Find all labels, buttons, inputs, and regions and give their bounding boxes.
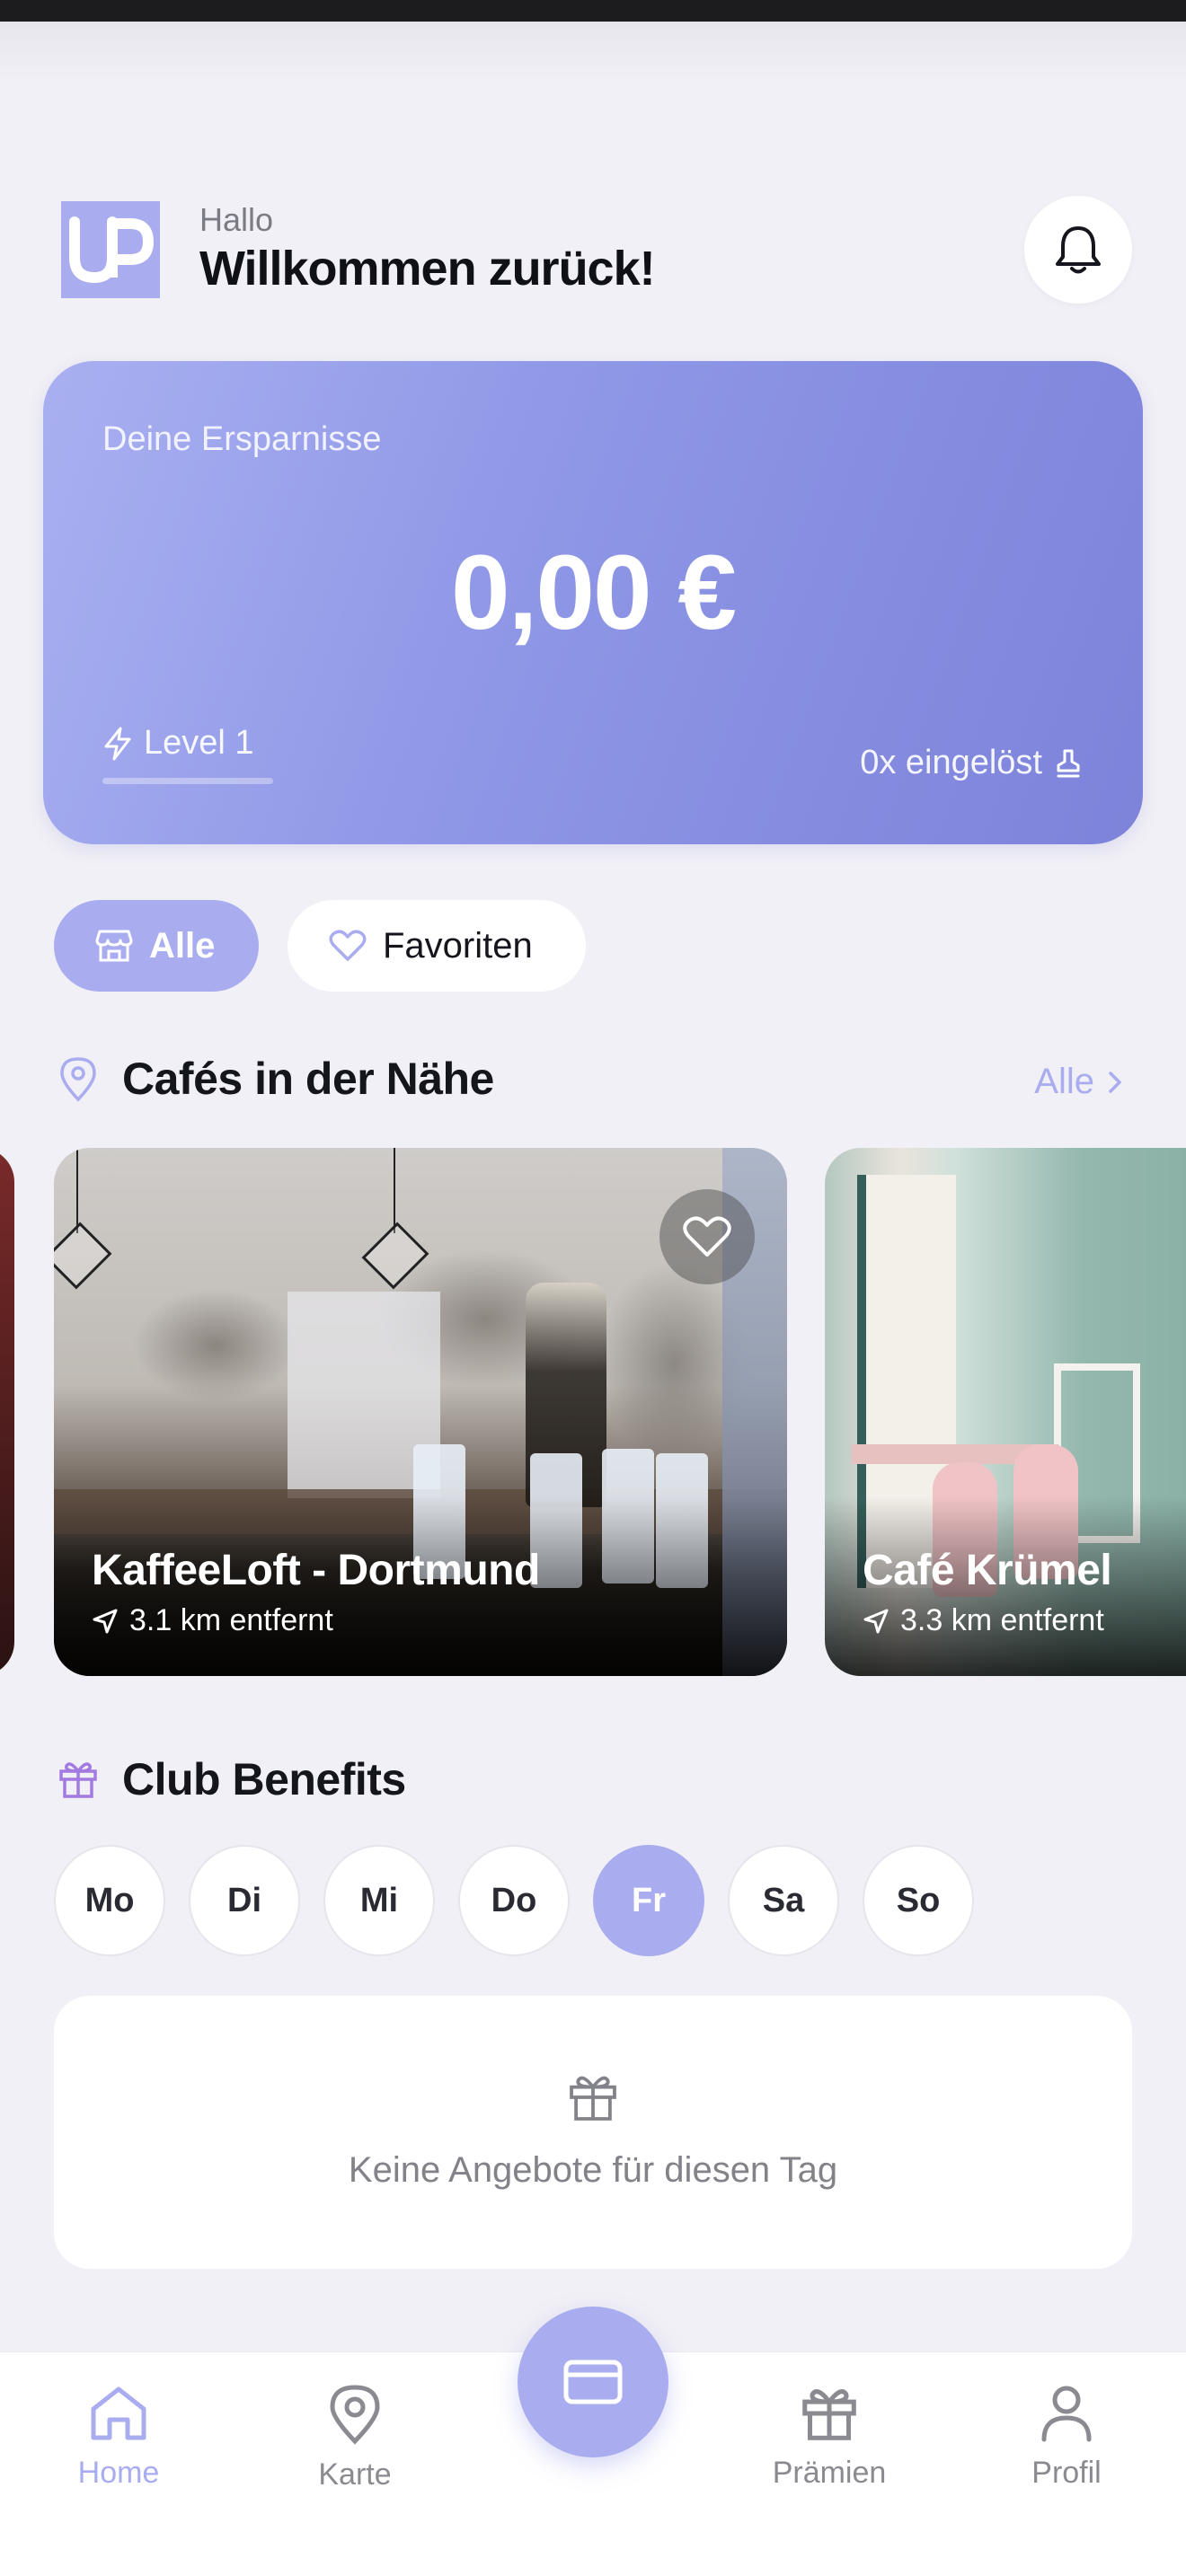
location-pin-icon xyxy=(60,1057,96,1102)
navigation-arrow-icon xyxy=(93,1609,118,1633)
home-icon xyxy=(91,2386,146,2440)
heart-icon xyxy=(329,930,367,961)
lightning-icon xyxy=(104,727,131,760)
level-label: Level 1 xyxy=(144,724,254,762)
map-pin-icon xyxy=(330,2385,380,2445)
savings-amount: 0,00 € xyxy=(450,534,737,652)
navigation-arrow-icon xyxy=(863,1609,889,1633)
nav-profil-label: Profil xyxy=(1031,2456,1102,2490)
cafe-card[interactable]: Café Krümel 3.3 km entfernt xyxy=(825,1148,1186,1676)
page-title: Willkommen zurück! xyxy=(199,242,656,296)
app-logo xyxy=(61,201,160,298)
day-di-button[interactable]: Di xyxy=(189,1845,300,1956)
benefits-title-text: Club Benefits xyxy=(122,1754,406,1804)
filter-all-label: Alle xyxy=(149,925,216,966)
see-all-cafes-link[interactable]: Alle xyxy=(1034,1062,1123,1102)
filter-all-button[interactable]: Alle xyxy=(54,900,259,992)
empty-offers-card: Keine Angebote für diesen Tag xyxy=(54,1996,1132,2269)
top-fade xyxy=(0,22,1186,84)
filter-favorites-button[interactable]: Favoriten xyxy=(288,900,586,992)
redeemed-count: 0x eingelöst xyxy=(860,744,1082,782)
cafe-distance-label: 3.3 km entfernt xyxy=(900,1603,1104,1637)
level-progress-bar xyxy=(102,778,273,784)
day-mi-button[interactable]: Mi xyxy=(323,1845,435,1956)
day-mo-button[interactable]: Mo xyxy=(54,1845,165,1956)
cafe-name: KaffeeLoft - Dortmund xyxy=(92,1547,540,1594)
savings-label: Deine Ersparnisse xyxy=(102,420,382,458)
cafes-section-title: Cafés in der Nähe xyxy=(56,1053,494,1105)
cafe-card-partial[interactable] xyxy=(0,1148,14,1676)
day-sa-button[interactable]: Sa xyxy=(728,1845,839,1956)
level-indicator: Level 1 xyxy=(102,724,254,763)
gift-icon xyxy=(59,1762,97,1798)
see-all-label: Alle xyxy=(1034,1062,1094,1101)
membership-card-button[interactable] xyxy=(518,2307,668,2457)
savings-card[interactable]: Deine Ersparnisse 0,00 € Level 1 0x eing… xyxy=(43,361,1143,844)
nav-home-label: Home xyxy=(77,2456,160,2490)
nav-karte-label: Karte xyxy=(318,2457,392,2492)
notifications-button[interactable] xyxy=(1024,196,1132,304)
cafe-name: Café Krümel xyxy=(863,1547,1112,1594)
logo-mark-icon xyxy=(69,216,154,284)
cafe-card[interactable]: KaffeeLoft - Dortmund 3.1 km entfernt xyxy=(54,1148,787,1676)
cafe-distance: 3.3 km entfernt xyxy=(863,1603,1104,1638)
gift-icon xyxy=(570,2076,616,2121)
status-bar xyxy=(0,0,1186,22)
store-icon xyxy=(95,930,133,962)
empty-offers-message: Keine Angebote für diesen Tag xyxy=(348,2150,838,2190)
cafe-distance-label: 3.1 km entfernt xyxy=(129,1603,333,1637)
cafes-title-text: Cafés in der Nähe xyxy=(122,1054,494,1104)
user-icon xyxy=(1041,2386,1092,2442)
filter-favorites-label: Favoriten xyxy=(383,925,533,966)
card-icon xyxy=(563,2360,623,2404)
nav-home[interactable]: Home xyxy=(29,2384,208,2491)
day-fr-button[interactable]: Fr xyxy=(593,1845,704,1956)
benefits-section-title: Club Benefits xyxy=(56,1753,406,1805)
day-so-button[interactable]: So xyxy=(863,1845,974,1956)
nav-praemien-label: Prämien xyxy=(772,2456,887,2490)
bell-icon xyxy=(1056,226,1101,274)
day-do-button[interactable]: Do xyxy=(458,1845,570,1956)
heart-icon xyxy=(683,1216,731,1257)
favorite-toggle-button[interactable] xyxy=(659,1189,755,1284)
nav-profil[interactable]: Profil xyxy=(977,2384,1156,2491)
redeemed-label: 0x eingelöst xyxy=(860,744,1042,781)
gift-icon xyxy=(802,2389,856,2440)
greeting-small: Hallo xyxy=(199,201,274,238)
stamp-icon xyxy=(1057,749,1080,777)
chevron-right-icon xyxy=(1109,1071,1121,1093)
nav-praemien[interactable]: Prämien xyxy=(739,2384,919,2491)
cafe-distance: 3.1 km entfernt xyxy=(92,1603,333,1638)
nav-karte[interactable]: Karte xyxy=(265,2384,445,2492)
